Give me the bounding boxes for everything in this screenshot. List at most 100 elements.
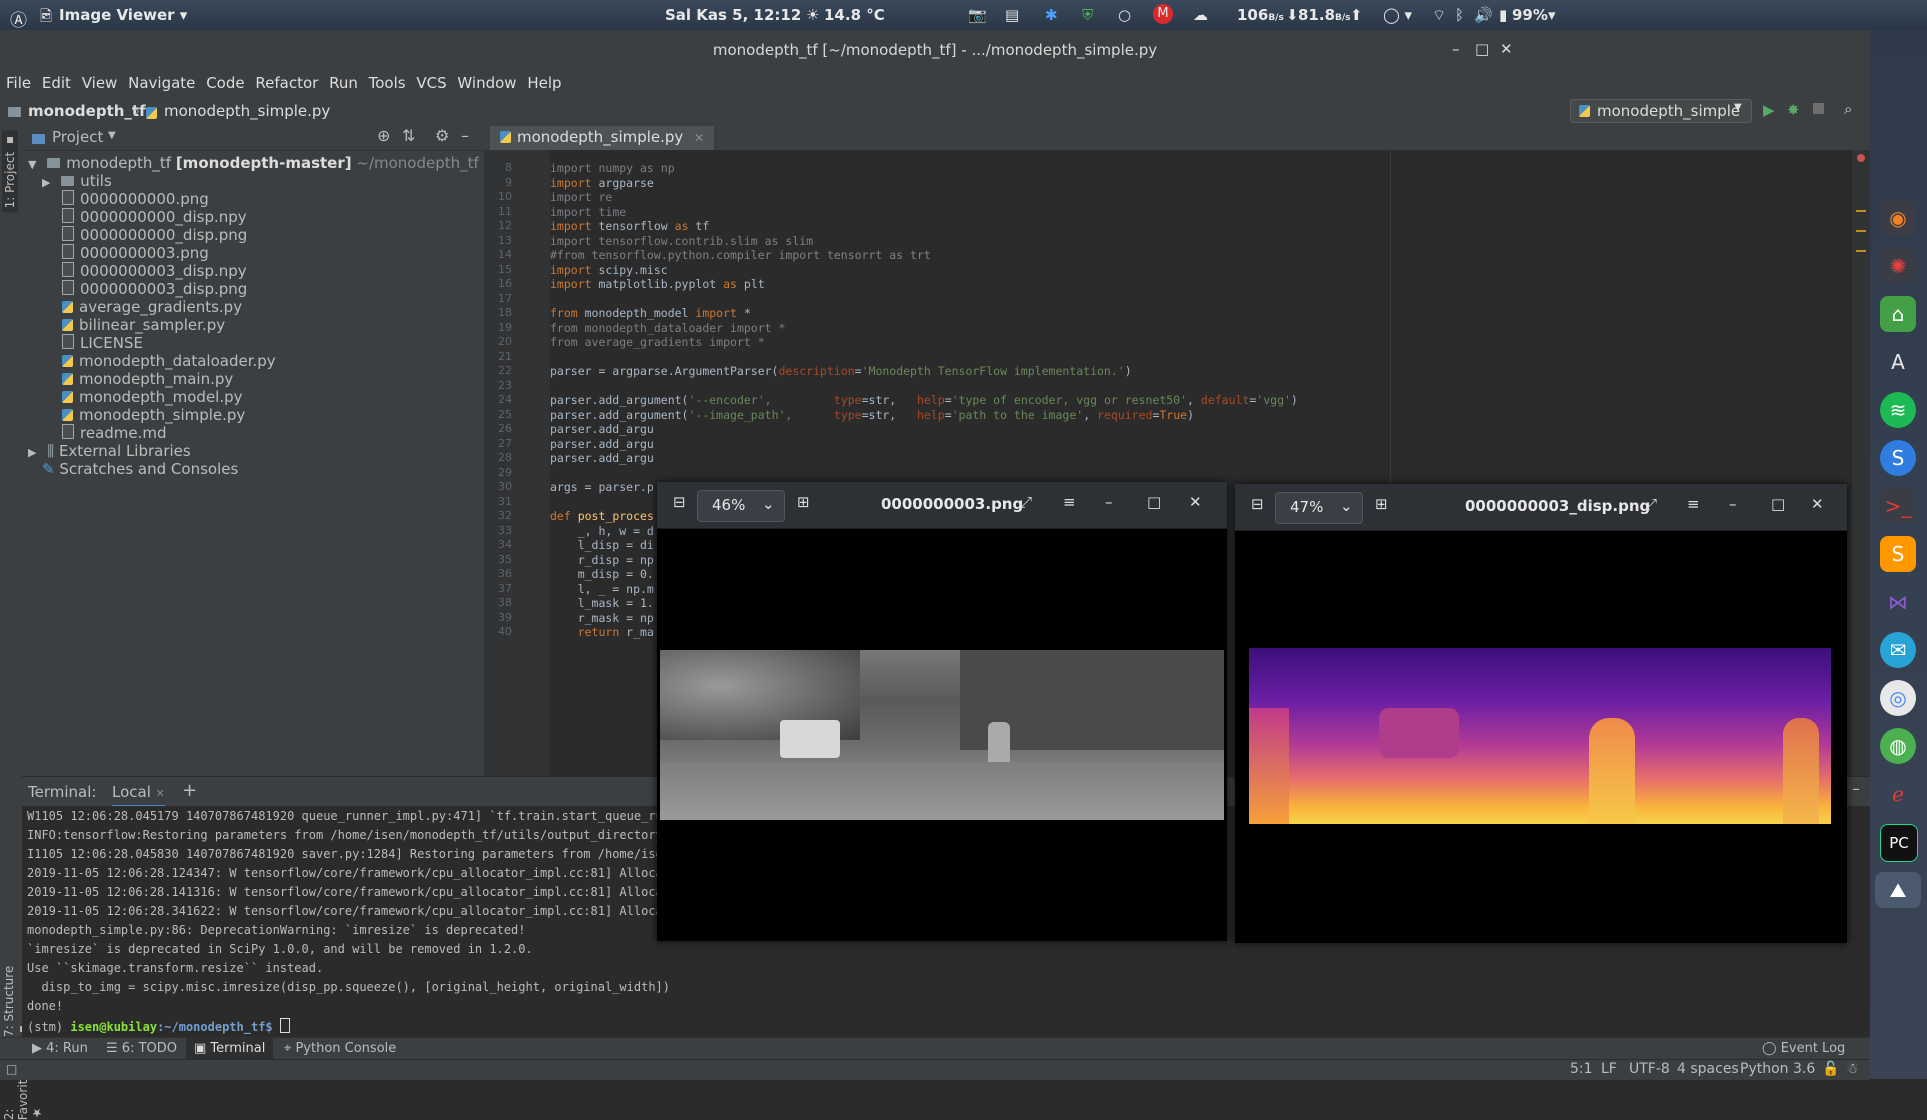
circle-tray-icon[interactable]: ○ bbox=[1118, 6, 1131, 24]
clock[interactable]: Sal Kas 5, 12:12 bbox=[665, 6, 801, 24]
camera-icon[interactable]: 📷 bbox=[968, 6, 987, 24]
expand-arrow-icon[interactable]: ▼ bbox=[28, 158, 36, 171]
image-viewer-dock-icon[interactable]: ⛰ bbox=[1875, 872, 1921, 908]
terminal-tab-local[interactable]: Local ✕ bbox=[112, 783, 165, 807]
weather-temp[interactable]: 14.8 °C bbox=[824, 6, 885, 24]
firefox-icon[interactable]: ◉ bbox=[1880, 200, 1916, 236]
hamburger-menu-icon[interactable]: ≡ bbox=[1063, 493, 1076, 511]
tree-item-scratches[interactable]: ✎ Scratches and Consoles bbox=[42, 460, 238, 482]
error-indicator-icon[interactable] bbox=[1857, 154, 1865, 162]
tab-monodepth-simple[interactable]: monodepth_simple.py ✕ bbox=[490, 126, 715, 153]
menu-file[interactable]: File bbox=[0, 70, 31, 92]
warning-mark[interactable] bbox=[1856, 250, 1866, 252]
hide-panel-icon[interactable]: – bbox=[1852, 779, 1860, 798]
fullscreen-icon[interactable]: ⤢ bbox=[1020, 493, 1032, 511]
fullscreen-icon[interactable]: ⤢ bbox=[1645, 495, 1657, 513]
menu-run[interactable]: Run bbox=[323, 70, 358, 92]
project-view-select[interactable]: Project bbox=[52, 128, 103, 146]
indent-setting[interactable]: 4 spaces bbox=[1677, 1061, 1739, 1077]
run-config-select[interactable]: monodepth_simple ▼ bbox=[1570, 99, 1752, 123]
sublime-icon[interactable]: S bbox=[1880, 536, 1916, 572]
toggle-panels-icon[interactable]: □ bbox=[6, 1062, 17, 1076]
volume-icon[interactable]: 🔊 bbox=[1474, 6, 1493, 24]
tab-project[interactable]: 1: Project ▪ bbox=[2, 130, 18, 213]
battery-icon[interactable]: ▮ bbox=[1499, 6, 1507, 24]
battery-percent[interactable]: 99% bbox=[1512, 6, 1548, 24]
ubuntu-logo-icon[interactable]: Ⓐ bbox=[10, 6, 27, 31]
skype-icon[interactable]: S bbox=[1880, 440, 1916, 476]
zoom-in-button[interactable]: ⊞ bbox=[1375, 495, 1388, 513]
maximize-button[interactable]: □ bbox=[1475, 40, 1489, 58]
zoom-out-button[interactable]: ⊟ bbox=[1251, 495, 1264, 513]
expand-arrow-icon[interactable]: ▶ bbox=[42, 176, 50, 189]
tab-python-console[interactable]: ⌖ Python Console bbox=[284, 1041, 396, 1056]
wifi-icon[interactable]: ⌔ bbox=[1432, 6, 1446, 25]
zoom-select[interactable]: 46% ⌄ bbox=[697, 490, 785, 522]
chrome-icon[interactable]: ◎ bbox=[1880, 680, 1916, 716]
menu-tools[interactable]: Tools bbox=[363, 70, 406, 92]
pycharm-icon[interactable]: PC bbox=[1880, 824, 1918, 862]
zoom-in-button[interactable]: ⊞ bbox=[797, 493, 810, 511]
menu-refactor[interactable]: Refactor bbox=[249, 70, 318, 92]
visual-studio-icon[interactable]: ⋈ bbox=[1880, 584, 1916, 620]
expand-arrow-icon[interactable]: ▶ bbox=[28, 446, 36, 459]
close-tab-icon[interactable]: ✕ bbox=[694, 131, 704, 145]
tab-todo[interactable]: ☰ 6: TODO bbox=[106, 1041, 177, 1056]
bluetooth-icon[interactable]: ᛒ bbox=[1455, 6, 1464, 24]
browser-icon[interactable]: ✺ bbox=[1880, 248, 1916, 284]
menu-window[interactable]: Window bbox=[451, 70, 516, 92]
hide-panel-icon[interactable]: – bbox=[461, 126, 469, 145]
notes-icon[interactable]: ▤ bbox=[1005, 6, 1019, 24]
debug-icon[interactable]: ✸ bbox=[1787, 101, 1800, 119]
line-separator[interactable]: LF bbox=[1601, 1061, 1617, 1077]
close-button[interactable]: ✕ bbox=[1500, 40, 1513, 58]
inspector-icon[interactable]: ☃ bbox=[1846, 1061, 1859, 1077]
hamburger-menu-icon[interactable]: ≡ bbox=[1687, 495, 1700, 513]
tab-event-log[interactable]: ◯ Event Log bbox=[1762, 1041, 1845, 1056]
spotify-icon[interactable]: ≋ bbox=[1880, 392, 1916, 428]
collapse-all-icon[interactable]: ⇅ bbox=[402, 126, 415, 145]
cloud-tray-icon[interactable]: ☁ bbox=[1193, 6, 1208, 24]
run-icon[interactable]: ▶ bbox=[1763, 101, 1775, 119]
locate-icon[interactable]: ⊕ bbox=[377, 126, 390, 145]
minimize-button[interactable]: – bbox=[1452, 40, 1460, 58]
close-button[interactable]: ✕ bbox=[1811, 495, 1824, 513]
minimize-button[interactable]: – bbox=[1105, 493, 1113, 511]
warning-mark[interactable] bbox=[1856, 210, 1866, 212]
menu-navigate[interactable]: Navigate bbox=[122, 70, 195, 92]
mail-tray-icon[interactable]: M bbox=[1153, 4, 1173, 24]
mail-app-icon[interactable]: ✉ bbox=[1880, 632, 1916, 668]
file-encoding[interactable]: UTF-8 bbox=[1629, 1061, 1670, 1077]
close-button[interactable]: ✕ bbox=[1189, 493, 1202, 511]
files-icon[interactable]: ⌂ bbox=[1880, 296, 1916, 332]
app-menu[interactable]: Image Viewer ▾ bbox=[59, 6, 187, 24]
power-menu-icon[interactable]: ▾ bbox=[1548, 6, 1556, 24]
breadcrumb-file[interactable]: monodepth_simple.py bbox=[164, 102, 330, 120]
tab-run[interactable]: ▶ 4: Run bbox=[32, 1041, 88, 1056]
menu-code[interactable]: Code bbox=[200, 70, 244, 92]
editor-app-icon[interactable]: ℯ bbox=[1880, 776, 1916, 812]
new-terminal-button[interactable]: + bbox=[182, 780, 197, 801]
menu-view[interactable]: View bbox=[76, 70, 118, 92]
minimize-button[interactable]: – bbox=[1729, 495, 1737, 513]
terminal-app-icon[interactable]: >_ bbox=[1880, 488, 1916, 524]
search-icon[interactable]: ⌕ bbox=[1844, 100, 1852, 118]
stop-icon[interactable] bbox=[1813, 103, 1824, 114]
zoom-select[interactable]: 47% ⌄ bbox=[1275, 492, 1363, 524]
chevron-down-icon[interactable]: ▼ bbox=[108, 130, 116, 141]
gear-icon[interactable]: ⚙ bbox=[435, 126, 449, 145]
lock-icon[interactable]: 🔓 bbox=[1822, 1061, 1839, 1077]
menu-vcs[interactable]: VCS bbox=[410, 70, 446, 92]
close-tab-icon[interactable]: ✕ bbox=[156, 787, 165, 800]
software-center-icon[interactable]: A bbox=[1880, 344, 1916, 380]
maximize-button[interactable]: □ bbox=[1147, 493, 1161, 511]
menu-help[interactable]: Help bbox=[521, 70, 561, 92]
terminal-prompt[interactable]: (stm) isen@kubilay:~/monodepth_tf$ bbox=[27, 1018, 290, 1034]
zoom-out-button[interactable]: ⊟ bbox=[673, 493, 686, 511]
bluetooth-tray-icon[interactable]: ✱ bbox=[1045, 6, 1058, 24]
python-interpreter[interactable]: Python 3.6 bbox=[1740, 1061, 1815, 1077]
caret-position[interactable]: 5:1 bbox=[1570, 1061, 1593, 1077]
menu-edit[interactable]: Edit bbox=[36, 70, 71, 92]
globe-icon[interactable]: ◍ bbox=[1880, 728, 1916, 764]
shield-icon[interactable]: ⛨ bbox=[1082, 6, 1093, 24]
